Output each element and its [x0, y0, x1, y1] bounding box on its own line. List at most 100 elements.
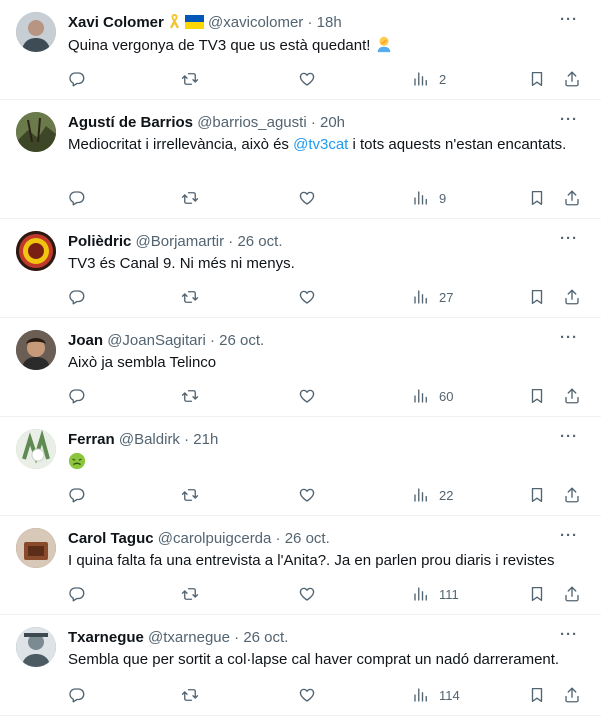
author-handle[interactable]: @txarnegue [148, 629, 230, 646]
more-icon[interactable]: ··· [559, 330, 579, 351]
retweet-button[interactable] [181, 287, 199, 307]
author-name[interactable]: Polièdric [68, 233, 131, 250]
bookmark-button[interactable] [528, 69, 546, 89]
like-button[interactable] [298, 69, 316, 89]
author-name[interactable]: Ferran [68, 431, 115, 448]
reply-button[interactable] [68, 685, 86, 705]
author-handle[interactable]: @barrios_agusti [197, 114, 306, 131]
bookmark-button[interactable] [528, 584, 546, 604]
more-icon[interactable]: ··· [559, 12, 579, 33]
avatar[interactable] [16, 12, 56, 52]
more-icon[interactable]: ··· [559, 429, 579, 450]
share-button[interactable] [563, 69, 581, 89]
retweet-button[interactable] [181, 69, 199, 89]
mention-link[interactable]: @tv3cat [293, 136, 348, 153]
avatar[interactable] [16, 330, 56, 370]
retweet-icon [181, 387, 199, 405]
author-name[interactable]: Xavi Colomer [68, 14, 164, 31]
retweet-button[interactable] [181, 685, 199, 705]
tweet-text-body: Quina vergonya de TV3 que us està quedan… [68, 37, 371, 54]
reply-tweet[interactable]: Ferran @Baldirk · 21h ··· 22 [0, 417, 601, 516]
views-button[interactable]: 114 [412, 685, 460, 705]
views-button[interactable]: 9 [412, 188, 446, 208]
tweet-actions: 60 [0, 386, 601, 406]
avatar[interactable] [16, 627, 56, 667]
author-handle[interactable]: @carolpuigcerda [158, 530, 272, 547]
author-name[interactable]: Agustí de Barrios [68, 114, 193, 131]
avatar[interactable] [16, 528, 56, 568]
reply-tweet[interactable]: Polièdric @Borjamartir · 26 oct. ··· TV3 é… [0, 219, 601, 318]
share-button[interactable] [563, 584, 581, 604]
share-button[interactable] [563, 685, 581, 705]
author-handle[interactable]: @xavicolomer [208, 14, 303, 31]
tweet-header: Agustí de Barrios @barrios_agusti · 20h [68, 113, 345, 133]
views-button[interactable]: 2 [412, 69, 446, 89]
reply-button[interactable] [68, 287, 86, 307]
bookmark-icon [528, 70, 546, 88]
tweet-text: Mediocritat i irrellevància, això és @tv… [68, 135, 568, 155]
reply-tweet[interactable]: Agustí de Barrios @barrios_agusti · 20h ·… [0, 100, 601, 219]
like-button[interactable] [298, 685, 316, 705]
bookmark-button[interactable] [528, 685, 546, 705]
reply-icon [68, 585, 86, 603]
timestamp[interactable]: 26 oct. [237, 233, 282, 250]
views-button[interactable]: 60 [412, 386, 453, 406]
timestamp[interactable]: 26 oct. [243, 629, 288, 646]
share-button[interactable] [563, 188, 581, 208]
more-icon[interactable]: ··· [559, 528, 579, 549]
views-button[interactable]: 111 [412, 584, 459, 604]
author-handle[interactable]: @JoanSagitari [107, 332, 206, 349]
timestamp[interactable]: 21h [193, 431, 218, 448]
retweet-button[interactable] [181, 584, 199, 604]
timestamp[interactable]: 26 oct. [285, 530, 330, 547]
share-icon [563, 70, 581, 88]
tweet-text: TV3 és Canal 9. Ni més ni menys. [68, 254, 568, 274]
reply-button[interactable] [68, 69, 86, 89]
tweet-actions: 111 [0, 584, 601, 604]
bookmark-button[interactable] [528, 188, 546, 208]
reply-tweet[interactable]: Txarnegue @txarnegue · 26 oct. ··· Sembla … [0, 615, 601, 716]
avatar[interactable] [16, 231, 56, 271]
like-button[interactable] [298, 386, 316, 406]
share-button[interactable] [563, 386, 581, 406]
reply-button[interactable] [68, 386, 86, 406]
share-button[interactable] [563, 485, 581, 505]
like-button[interactable] [298, 485, 316, 505]
more-icon[interactable]: ··· [559, 231, 579, 252]
reply-button[interactable] [68, 188, 86, 208]
bookmark-icon [528, 686, 546, 704]
views-button[interactable]: 27 [412, 287, 453, 307]
nauseated-face-icon [68, 452, 86, 476]
retweet-button[interactable] [181, 386, 199, 406]
reply-tweet[interactable]: Carol Taguc @carolpuigcerda · 26 oct. ···… [0, 516, 601, 615]
author-handle[interactable]: @Borjamartir [136, 233, 225, 250]
reply-button[interactable] [68, 485, 86, 505]
reply-tweet[interactable]: Joan @JoanSagitari · 26 oct. ··· Això ja s… [0, 318, 601, 417]
retweet-button[interactable] [181, 485, 199, 505]
bookmark-button[interactable] [528, 485, 546, 505]
reply-button[interactable] [68, 584, 86, 604]
author-name[interactable]: Txarnegue [68, 629, 144, 646]
author-handle[interactable]: @Baldirk [119, 431, 180, 448]
timestamp[interactable]: 20h [320, 114, 345, 131]
timestamp[interactable]: 18h [317, 14, 342, 31]
bookmark-button[interactable] [528, 287, 546, 307]
tweet-text: I quina falta fa una entrevista a l'Anit… [68, 551, 568, 571]
author-name[interactable]: Carol Taguc [68, 530, 154, 547]
timestamp[interactable]: 26 oct. [219, 332, 264, 349]
author-name[interactable]: Joan [68, 332, 103, 349]
like-button[interactable] [298, 287, 316, 307]
bookmark-button[interactable] [528, 386, 546, 406]
avatar[interactable] [16, 429, 56, 469]
more-icon[interactable]: ··· [559, 627, 579, 648]
like-button[interactable] [298, 188, 316, 208]
share-button[interactable] [563, 287, 581, 307]
reply-tweet[interactable]: Xavi Colomer @xavicolomer · 18h ··· Quina … [0, 0, 601, 100]
more-icon[interactable]: ··· [559, 112, 579, 133]
like-button[interactable] [298, 584, 316, 604]
like-icon [298, 486, 316, 504]
retweet-button[interactable] [181, 188, 199, 208]
views-button[interactable]: 22 [412, 485, 453, 505]
tweet-actions: 2 [0, 69, 601, 89]
avatar[interactable] [16, 112, 56, 152]
